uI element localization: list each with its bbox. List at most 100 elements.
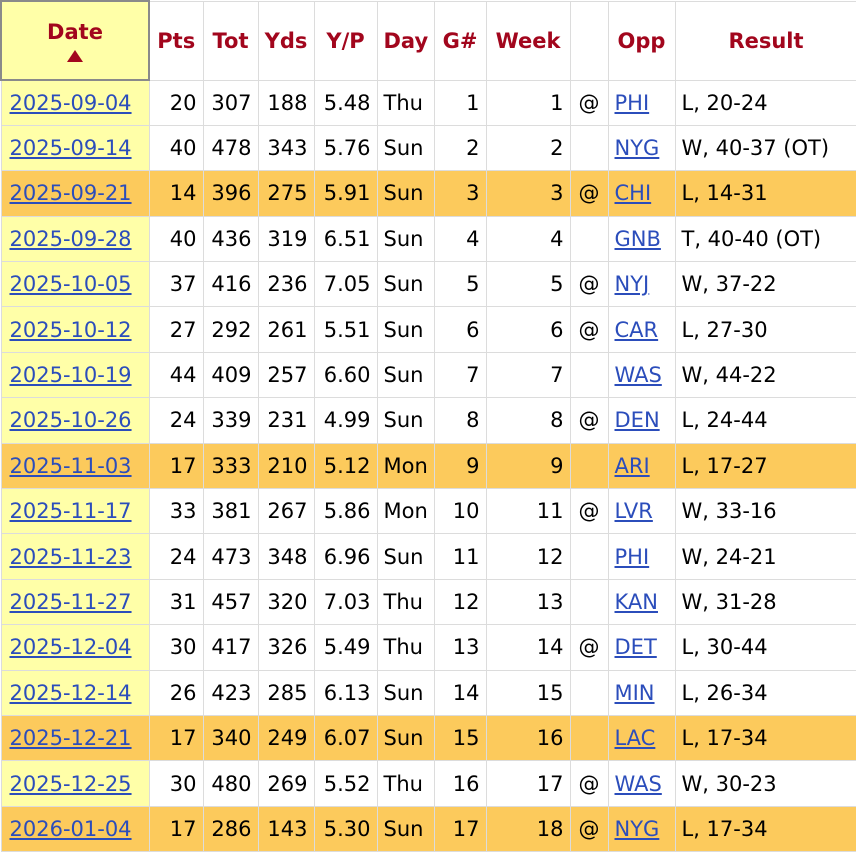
opp-column-header[interactable]: Opp (607, 0, 676, 81)
yp-cell: 6.60 (313, 351, 378, 399)
game-number-column-header[interactable]: G# (433, 0, 487, 81)
week-cell: 3 (485, 170, 571, 217)
tot-column-header[interactable]: Tot (202, 0, 259, 81)
yds-cell: 188 (257, 79, 315, 126)
opp-cell: PHI (607, 533, 676, 580)
date-link[interactable]: 2025-11-17 (10, 499, 132, 523)
table-row: 2025-10-05 37 416 236 7.05 Sun 5 5 @ NYJ W, 37-22 (0, 261, 856, 308)
result-cell: T, 40-40 (OT) (674, 215, 856, 263)
yds-column-header[interactable]: Yds (257, 0, 315, 81)
date-link[interactable]: 2025-12-04 (10, 635, 132, 659)
pts-cell: 40 (148, 215, 204, 263)
opponent-link[interactable]: DET (615, 635, 657, 659)
yp-cell: 5.51 (313, 306, 378, 353)
location-column-header[interactable] (569, 0, 609, 81)
table-row: 2025-11-03 17 333 210 5.12 Mon 9 9 ARI L, 17-27 (0, 442, 856, 490)
yp-cell: 6.13 (313, 669, 378, 716)
week-cell: 4 (485, 215, 571, 263)
date-link[interactable]: 2025-10-26 (10, 408, 132, 432)
yp-cell: 4.99 (313, 397, 378, 444)
date-cell: 2025-11-23 (0, 533, 150, 580)
opponent-link[interactable]: NYG (615, 817, 660, 841)
opponent-link[interactable]: PHI (615, 545, 650, 569)
location-cell (569, 533, 609, 580)
opponent-link[interactable]: NYG (615, 136, 660, 160)
opponent-link[interactable]: MIN (615, 681, 655, 705)
week-cell: 1 (485, 79, 571, 126)
date-link[interactable]: 2025-09-04 (10, 91, 132, 115)
result-column-header[interactable]: Result (674, 0, 856, 81)
date-link[interactable]: 2025-11-03 (10, 454, 132, 478)
week-cell: 2 (485, 124, 571, 172)
week-cell: 16 (485, 714, 571, 762)
location-cell (569, 578, 609, 626)
week-cell: 7 (485, 351, 571, 399)
date-link[interactable]: 2025-12-21 (10, 726, 132, 750)
opponent-link[interactable]: CAR (615, 318, 659, 342)
date-cell: 2025-10-12 (0, 306, 150, 353)
yp-cell: 6.07 (313, 714, 378, 762)
date-link[interactable]: 2025-09-21 (10, 181, 132, 205)
opponent-link[interactable]: NYJ (615, 272, 650, 296)
tot-cell: 307 (202, 79, 259, 126)
table-row: 2026-01-04 17 286 143 5.30 Sun 17 18 @ NYG L, 17-3… (0, 805, 856, 853)
yp-cell: 6.51 (313, 215, 378, 263)
result-cell: W, 37-22 (674, 261, 856, 308)
date-link[interactable]: 2025-11-27 (10, 590, 132, 614)
opp-cell: CAR (607, 306, 676, 353)
result-cell: L, 20-24 (674, 79, 856, 126)
yp-cell: 5.52 (313, 760, 378, 807)
opponent-link[interactable]: WAS (615, 772, 662, 796)
tot-cell: 423 (202, 669, 259, 716)
opponent-link[interactable]: ARI (615, 454, 650, 478)
day-cell: Thu (376, 624, 435, 671)
opponent-link[interactable]: DEN (615, 408, 660, 432)
date-link[interactable]: 2025-12-25 (10, 772, 132, 796)
opponent-link[interactable]: PHI (615, 91, 650, 115)
opponent-link[interactable]: LAC (615, 726, 656, 750)
pts-cell: 30 (148, 624, 204, 671)
opponent-link[interactable]: LVR (615, 499, 653, 523)
game-number-cell: 16 (433, 760, 487, 807)
location-cell (569, 351, 609, 399)
table-row: 2025-12-14 26 423 285 6.13 Sun 14 15 MIN L, 26-34 (0, 669, 856, 716)
yds-cell: 231 (257, 397, 315, 444)
day-column-header[interactable]: Day (376, 0, 435, 81)
opponent-link[interactable]: KAN (615, 590, 658, 614)
pts-column-header[interactable]: Pts (148, 0, 204, 81)
opponent-link[interactable]: CHI (615, 181, 652, 205)
result-cell: W, 44-22 (674, 351, 856, 399)
yp-column-header[interactable]: Y/P (313, 0, 378, 81)
game-log-table: Date Pts Tot Yds Y/P Day G# Week Opp Res… (0, 0, 856, 853)
location-cell: @ (569, 805, 609, 853)
date-link[interactable]: 2025-10-05 (10, 272, 132, 296)
week-cell: 11 (485, 488, 571, 535)
table-row: 2025-09-04 20 307 188 5.48 Thu 1 1 @ PHI L, 20-24 (0, 79, 856, 126)
date-link[interactable]: 2025-09-14 (10, 136, 132, 160)
date-cell: 2025-12-14 (0, 669, 150, 716)
location-cell: @ (569, 79, 609, 126)
date-link[interactable]: 2025-12-14 (10, 681, 132, 705)
date-link[interactable]: 2026-01-04 (10, 817, 132, 841)
opponent-link[interactable]: WAS (615, 363, 662, 387)
date-column-header[interactable]: Date (0, 0, 150, 81)
pts-cell: 17 (148, 805, 204, 853)
tot-cell: 409 (202, 351, 259, 399)
game-number-cell: 3 (433, 170, 487, 217)
date-link[interactable]: 2025-10-12 (10, 318, 132, 342)
pts-cell: 24 (148, 397, 204, 444)
yp-cell: 5.86 (313, 488, 378, 535)
opponent-link[interactable]: GNB (615, 227, 661, 251)
table-row: 2025-09-21 14 396 275 5.91 Sun 3 3 @ CHI L, 14-31 (0, 170, 856, 217)
day-cell: Thu (376, 79, 435, 126)
week-column-header[interactable]: Week (485, 0, 571, 81)
date-link[interactable]: 2025-09-28 (10, 227, 132, 251)
yds-cell: 319 (257, 215, 315, 263)
location-cell (569, 215, 609, 263)
pts-cell: 27 (148, 306, 204, 353)
yds-cell: 236 (257, 261, 315, 308)
yds-cell: 348 (257, 533, 315, 580)
day-cell: Sun (376, 215, 435, 263)
date-link[interactable]: 2025-10-19 (10, 363, 132, 387)
date-link[interactable]: 2025-11-23 (10, 545, 132, 569)
